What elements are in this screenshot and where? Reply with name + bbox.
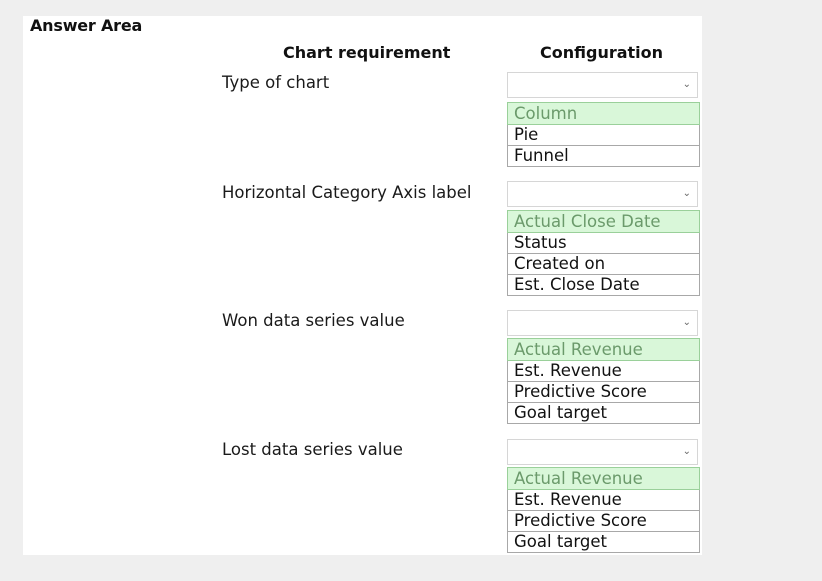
chevron-down-icon: ⌄ — [682, 188, 691, 199]
horizontal-axis-options: Actual Close Date Status Created on Est.… — [507, 210, 700, 296]
configuration-header: Configuration — [540, 43, 664, 62]
option-item[interactable]: Funnel — [507, 146, 700, 167]
option-item[interactable]: Goal target — [507, 403, 700, 424]
option-item[interactable]: Actual Close Date — [507, 210, 700, 233]
option-item[interactable]: Created on — [507, 254, 700, 275]
chevron-down-icon: ⌄ — [682, 317, 691, 328]
chart-requirement-header: Chart requirement — [283, 43, 451, 62]
answer-area-panel: Answer Area Chart requirement Configurat… — [23, 16, 702, 555]
option-item[interactable]: Column — [507, 102, 700, 125]
option-item[interactable]: Predictive Score — [507, 511, 700, 532]
chevron-down-icon: ⌄ — [682, 79, 691, 90]
won-series-options: Actual Revenue Est. Revenue Predictive S… — [507, 338, 700, 424]
requirement-label-won-series: Won data series value — [222, 311, 405, 330]
requirement-label-type-of-chart: Type of chart — [222, 73, 330, 92]
option-item[interactable]: Est. Close Date — [507, 275, 700, 296]
option-item[interactable]: Goal target — [507, 532, 700, 553]
lost-series-dropdown[interactable]: ⌄ — [507, 439, 698, 465]
option-item[interactable]: Est. Revenue — [507, 490, 700, 511]
option-item[interactable]: Status — [507, 233, 700, 254]
option-item[interactable]: Est. Revenue — [507, 361, 700, 382]
option-item[interactable]: Actual Revenue — [507, 338, 700, 361]
option-item[interactable]: Pie — [507, 125, 700, 146]
requirement-label-horizontal-axis: Horizontal Category Axis label — [222, 183, 472, 202]
lost-series-options: Actual Revenue Est. Revenue Predictive S… — [507, 467, 700, 553]
option-item[interactable]: Predictive Score — [507, 382, 700, 403]
chevron-down-icon: ⌄ — [682, 446, 691, 457]
won-series-dropdown[interactable]: ⌄ — [507, 310, 698, 336]
answer-area-title: Answer Area — [30, 16, 143, 35]
horizontal-axis-dropdown[interactable]: ⌄ — [507, 181, 698, 207]
requirement-label-lost-series: Lost data series value — [222, 440, 403, 459]
type-of-chart-options: Column Pie Funnel — [507, 102, 700, 167]
type-of-chart-dropdown[interactable]: ⌄ — [507, 72, 698, 98]
option-item[interactable]: Actual Revenue — [507, 467, 700, 490]
